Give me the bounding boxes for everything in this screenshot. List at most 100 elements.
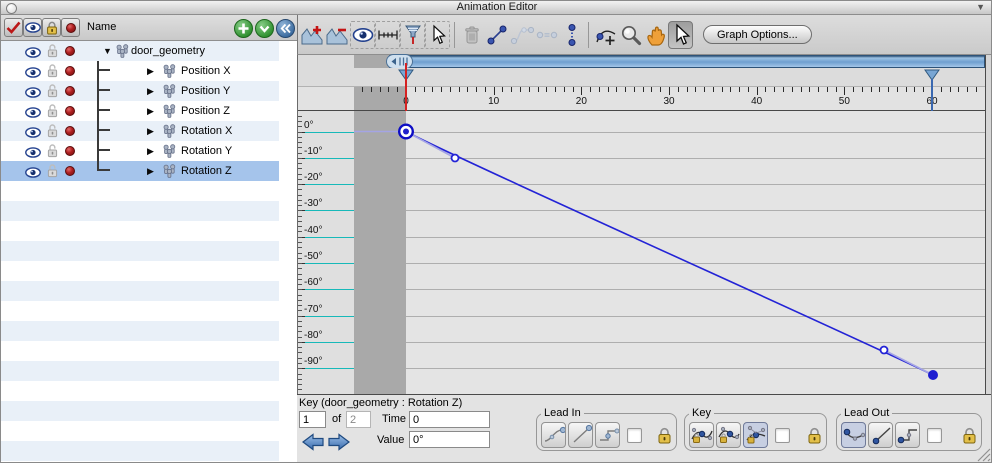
lead-in-step-button[interactable]	[595, 422, 620, 448]
value-label: Value	[377, 434, 405, 446]
ruler-tick	[493, 87, 495, 95]
tree-row-position-x[interactable]: ▶ Position X	[1, 61, 279, 81]
axis-minor-tick	[298, 157, 302, 159]
key-tangent-c-button[interactable]	[743, 422, 768, 448]
record-column-button[interactable]	[61, 18, 80, 37]
tangent-handle[interactable]	[879, 345, 889, 355]
check-all-button[interactable]	[4, 18, 23, 37]
resize-grip[interactable]	[977, 448, 991, 462]
select-tool-icon[interactable]	[668, 20, 693, 49]
visibility-column-button[interactable]	[23, 18, 42, 37]
add-keyframe-icon[interactable]	[300, 21, 325, 49]
axis-guide-line	[300, 236, 354, 238]
lock-column-button[interactable]	[42, 18, 61, 37]
record-dot-icon[interactable]	[65, 66, 75, 76]
ruler-tick	[598, 87, 600, 92]
axis-guide-line	[300, 184, 354, 186]
disclosure-triangle-collapsed[interactable]: ▶	[147, 86, 154, 97]
lead-in-ease-button[interactable]	[541, 422, 566, 448]
lead-out-step-button[interactable]	[895, 422, 920, 448]
lead-out-group: Lead Out	[836, 407, 982, 451]
disclosure-triangle-expanded[interactable]: ▼	[103, 46, 112, 56]
key-info-panel: Key (door_geometry : Rotation Z) of Time…	[297, 394, 991, 462]
scale-keys-icon[interactable]	[375, 20, 400, 49]
ruler-tick	[914, 87, 916, 92]
next-key-button[interactable]	[327, 433, 351, 456]
key-lock-icon[interactable]	[807, 427, 822, 444]
disclosure-triangle-collapsed[interactable]: ▶	[147, 66, 154, 77]
pan-tool-icon[interactable]	[643, 21, 668, 49]
curve-segment[interactable]	[405, 130, 934, 376]
previous-key-button[interactable]	[301, 433, 325, 456]
add-key-on-curve-icon[interactable]	[593, 21, 618, 49]
expand-all-button[interactable]	[255, 19, 274, 38]
tree-row-empty	[1, 181, 279, 201]
axis-minor-tick	[298, 341, 302, 343]
lead-out-linear-button[interactable]	[868, 422, 893, 448]
tree-row-label: Position Y	[181, 85, 231, 97]
record-dot-icon[interactable]	[65, 46, 75, 56]
tangent-handle[interactable]	[450, 153, 460, 163]
lead-in-checkbox[interactable]	[627, 427, 642, 443]
ruler-tick	[896, 87, 898, 92]
record-dot-icon[interactable]	[65, 86, 75, 96]
disclosure-triangle-collapsed[interactable]: ▶	[147, 126, 154, 137]
graph-options-button[interactable]: Graph Options...	[703, 25, 812, 44]
remove-keyframe-icon[interactable]	[325, 21, 350, 49]
record-dot-icon[interactable]	[65, 126, 75, 136]
ruler-tick	[975, 87, 977, 92]
tree-row-empty	[1, 321, 279, 341]
axis-label: -90°	[304, 356, 323, 368]
ruler-tick	[555, 87, 557, 92]
equalize-keys-icon[interactable]	[534, 21, 559, 49]
disclosure-triangle-collapsed[interactable]: ▶	[147, 166, 154, 177]
ease-curve-icon	[843, 428, 865, 441]
tangent-lock-icon	[690, 427, 713, 443]
animation-curve[interactable]	[354, 111, 986, 394]
align-keys-icon[interactable]	[559, 21, 584, 49]
tree-row-rotation-z[interactable]: ▶ Rotation Z	[1, 161, 279, 181]
tree-row-position-y[interactable]: ▶ Position Y	[1, 81, 279, 101]
time-field[interactable]	[409, 411, 490, 428]
ruler-tick	[388, 87, 390, 92]
value-field[interactable]	[409, 431, 490, 448]
axis-label: 0°	[304, 119, 314, 131]
lead-out-checkbox[interactable]	[927, 427, 942, 443]
add-track-button[interactable]	[234, 19, 253, 38]
chevron-down-icon	[259, 25, 270, 33]
key-index-field[interactable]	[299, 411, 326, 428]
select-keys-icon[interactable]	[425, 20, 450, 49]
lead-in-lock-icon[interactable]	[657, 427, 672, 444]
tree-row-position-z[interactable]: ▶ Position Z	[1, 101, 279, 121]
record-dot-icon[interactable]	[65, 106, 75, 116]
key-checkbox[interactable]	[775, 427, 790, 443]
name-column-header: Name	[87, 21, 117, 33]
linear-tangents-icon[interactable]	[484, 21, 509, 49]
lead-out-ease-button[interactable]	[841, 422, 866, 448]
range-slider-bar[interactable]	[389, 55, 985, 68]
record-dot-icon[interactable]	[65, 146, 75, 156]
ruler-tick	[730, 87, 732, 92]
window-collapse-icon[interactable]: ▼	[976, 1, 985, 14]
delete-key-icon[interactable]	[459, 21, 484, 49]
lead-out-lock-icon[interactable]	[962, 427, 977, 444]
disclosure-triangle-collapsed[interactable]: ▶	[147, 106, 154, 117]
lead-in-linear-button[interactable]	[568, 422, 593, 448]
playhead-line[interactable]	[405, 63, 407, 111]
key-tangent-b-button[interactable]	[716, 422, 741, 448]
disclosure-triangle-collapsed[interactable]: ▶	[147, 146, 154, 157]
soft-tangents-icon[interactable]	[509, 21, 534, 49]
tree-row-rotation-y[interactable]: ▶ Rotation Y	[1, 141, 279, 161]
collapse-panel-button[interactable]	[276, 19, 295, 38]
key-tangent-a-button[interactable]	[689, 422, 714, 448]
set-time-marker-icon[interactable]	[400, 20, 425, 49]
ruler-tick	[870, 87, 872, 92]
tree-row-rotation-x[interactable]: ▶ Rotation X	[1, 121, 279, 141]
record-dot-icon[interactable]	[65, 166, 75, 176]
tree-connector	[97, 161, 110, 171]
show-curves-icon[interactable]	[350, 20, 375, 49]
ruler-tick	[677, 87, 679, 92]
keyframe-point-end[interactable]	[928, 370, 938, 380]
tree-row-door_geometry[interactable]: ▼ door_geometry	[1, 41, 279, 61]
zoom-tool-icon[interactable]	[618, 21, 643, 49]
